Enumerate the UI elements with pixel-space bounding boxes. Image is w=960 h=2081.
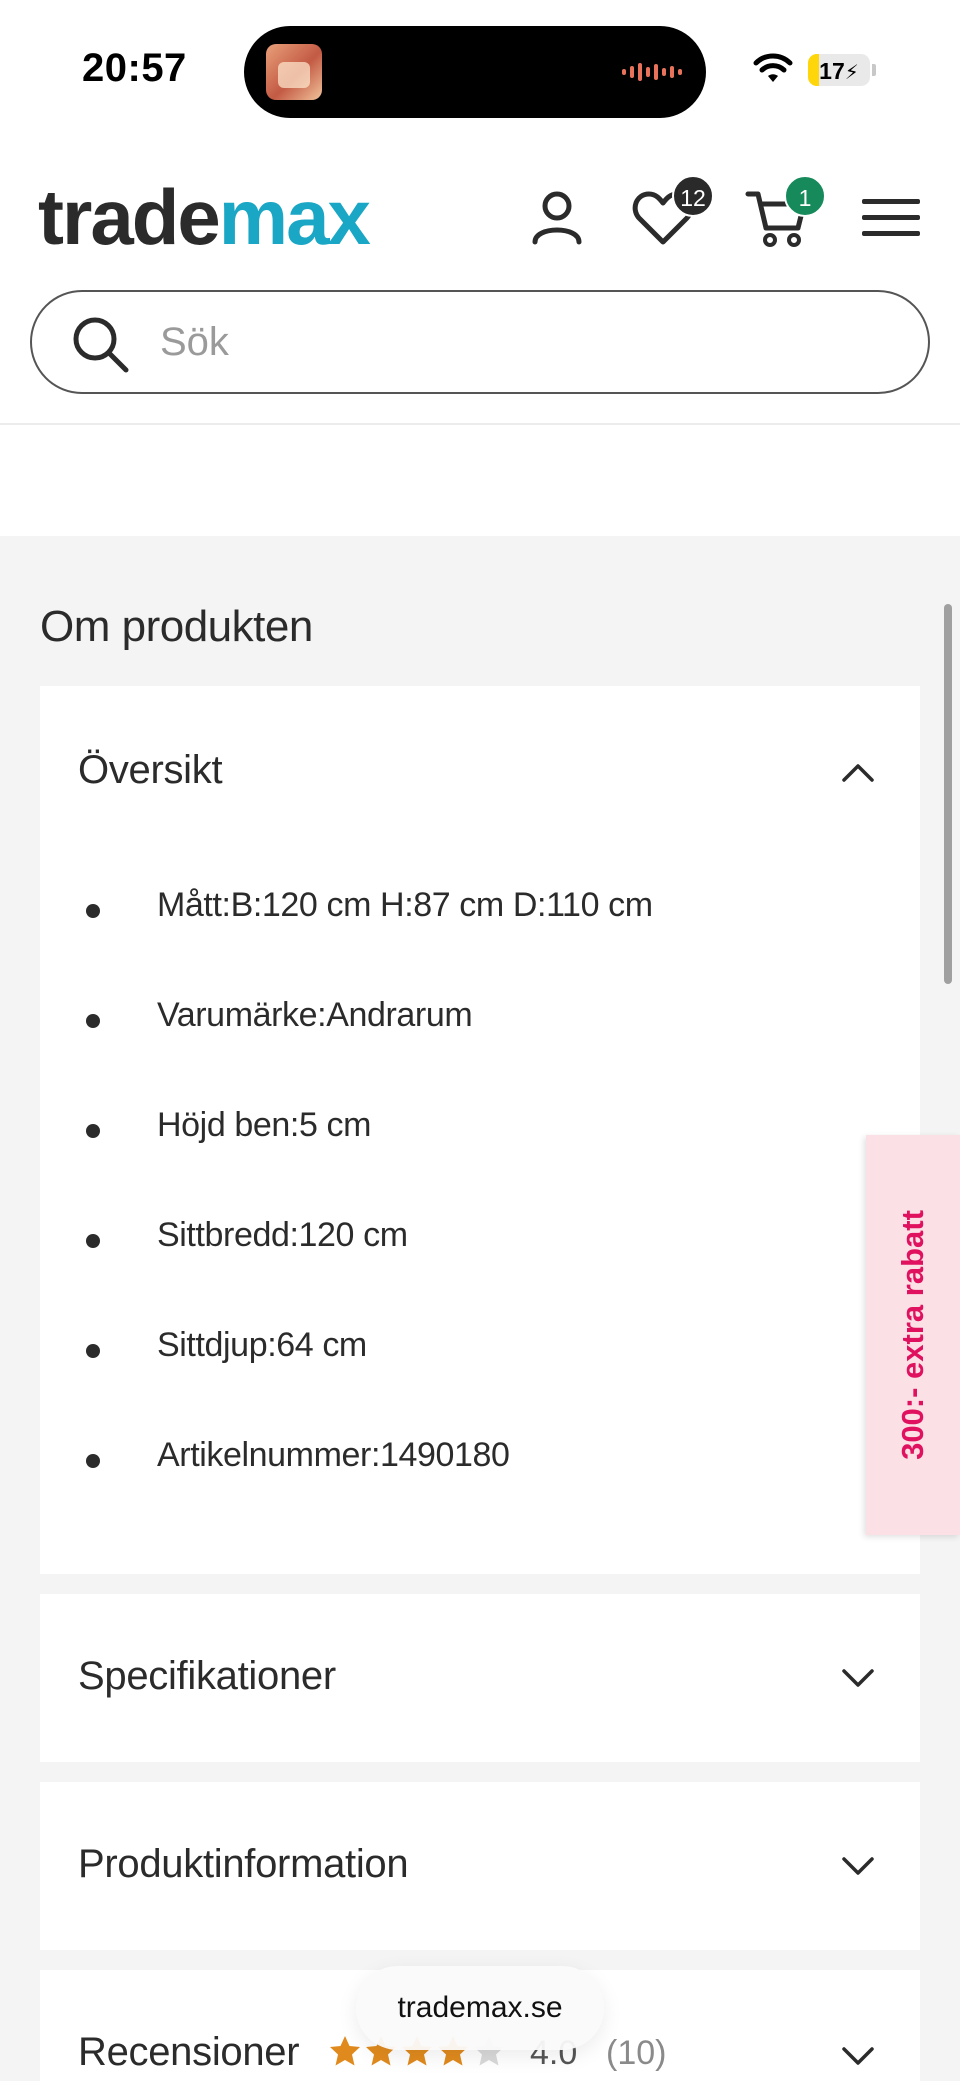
promo-label: 300:- extra rabatt <box>895 1210 930 1460</box>
dynamic-island[interactable] <box>244 26 706 118</box>
overview-item-text: Artikelnummer:1490180 <box>157 1436 510 1474</box>
search-box[interactable] <box>30 290 930 394</box>
product-details-section: Om produkten Översikt Mått:B:120 cm H:87… <box>0 536 960 2081</box>
bullet-dot <box>86 904 100 918</box>
bullet-dot <box>86 1454 100 1468</box>
search-icon <box>73 317 129 373</box>
bullet-dot <box>86 1014 100 1028</box>
battery-label: 17⚡ <box>819 58 859 84</box>
bullet-dot <box>86 1344 100 1358</box>
wifi-icon <box>753 53 793 82</box>
bullet-dot <box>86 1234 100 1248</box>
product-information-accordion[interactable]: Produktinformation <box>40 1782 920 1950</box>
browser-url-bar[interactable]: trademax.se <box>356 1966 604 2050</box>
section-title: Om produkten <box>40 602 313 651</box>
rating-count: (10) <box>606 2034 667 2072</box>
status-bar: 20:57 17⚡ <box>0 0 960 130</box>
product-information-accordion-title[interactable]: Produktinformation <box>78 1842 409 1887</box>
reviews-accordion-title[interactable]: Recensioner <box>78 2030 300 2075</box>
chevron-down-icon[interactable] <box>840 2038 876 2074</box>
audio-wave-icon <box>622 62 682 82</box>
now-playing-artwork <box>266 44 322 100</box>
overview-accordion: Översikt Mått:B:120 cm H:87 cm D:110 cm … <box>40 686 920 1574</box>
account-icon[interactable] <box>522 182 592 252</box>
overview-item-text: Sittbredd:120 cm <box>157 1216 408 1254</box>
status-time: 20:57 <box>82 46 187 90</box>
specifications-accordion[interactable]: Specifikationer <box>40 1594 920 1762</box>
hamburger-menu-icon[interactable] <box>856 182 926 252</box>
specifications-accordion-title[interactable]: Specifikationer <box>78 1654 336 1699</box>
promo-tab[interactable]: 300:- extra rabatt <box>866 1135 960 1535</box>
overview-item-text: Sittdjup:64 cm <box>157 1326 367 1364</box>
battery-indicator: 17⚡ <box>808 54 870 86</box>
overview-item-text: Höjd ben:5 cm <box>157 1106 372 1144</box>
battery-cap <box>872 64 876 76</box>
bullet-dot <box>86 1124 100 1138</box>
search-input[interactable] <box>160 292 900 392</box>
trademax-logo[interactable]: trademax <box>38 178 371 256</box>
overview-item-text: Mått:B:120 cm H:87 cm D:110 cm <box>157 886 653 924</box>
scrollbar[interactable] <box>944 604 952 984</box>
chevron-down-icon[interactable] <box>840 1660 876 1696</box>
overview-item-text: Varumärke:Andrarum <box>157 996 473 1034</box>
site-header: trademax 12 1 <box>0 130 960 425</box>
chevron-down-icon[interactable] <box>840 1848 876 1884</box>
wishlist-count-badge: 12 <box>672 175 714 217</box>
chevron-up-icon[interactable] <box>840 754 876 790</box>
overview-accordion-title[interactable]: Översikt <box>78 748 223 793</box>
cart-count-badge: 1 <box>784 175 826 217</box>
star-filled-icon <box>330 2036 360 2066</box>
